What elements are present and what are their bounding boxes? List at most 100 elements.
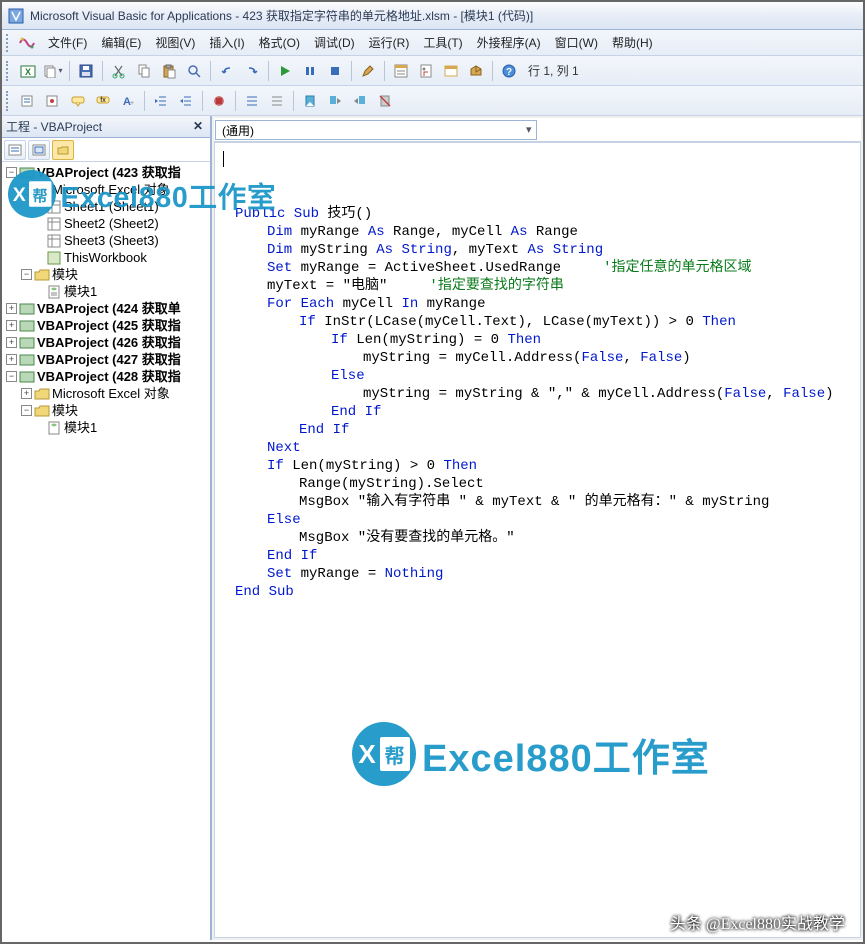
next-bookmark-button[interactable] [323, 89, 347, 113]
breakpoint-button[interactable] [207, 89, 231, 113]
code-pane: (通用) Public Sub 技巧()Dim myRange As Range… [212, 116, 863, 940]
expand-icon[interactable]: − [21, 405, 32, 416]
project-tree[interactable]: −VBAProject (423 获取指 −Microsoft Excel 对象… [2, 162, 210, 940]
menu-addins[interactable]: 外接程序(A) [471, 32, 547, 53]
menu-format[interactable]: 格式(O) [253, 32, 306, 53]
tree-excel-objects-2[interactable]: Microsoft Excel 对象 [52, 385, 170, 402]
project-icon [19, 336, 35, 350]
menu-file[interactable]: 文件(F) [42, 32, 93, 53]
bookmark-button[interactable] [298, 89, 322, 113]
tree-project-427[interactable]: VBAProject (427 获取指 [37, 351, 181, 368]
sheet-icon [46, 217, 62, 231]
undo-button[interactable] [215, 59, 239, 83]
workbook-icon [46, 251, 62, 265]
tree-project-423[interactable]: VBAProject (423 获取指 [37, 164, 181, 181]
project-icon [19, 319, 35, 333]
tree-project-426[interactable]: VBAProject (426 获取指 [37, 334, 181, 351]
copy-button[interactable] [132, 59, 156, 83]
tree-modules[interactable]: 模块 [52, 266, 78, 283]
outdent-button[interactable] [174, 89, 198, 113]
properties-button[interactable] [414, 59, 438, 83]
reset-button[interactable] [323, 59, 347, 83]
menu-debug[interactable]: 调试(D) [308, 32, 361, 53]
tree-thisworkbook[interactable]: ThisWorkbook [64, 249, 147, 266]
tree-module1[interactable]: 模块1 [64, 283, 97, 300]
save-button[interactable] [74, 59, 98, 83]
expand-icon[interactable]: + [6, 337, 17, 348]
expand-icon[interactable]: − [21, 184, 32, 195]
uncomment-block-button[interactable] [265, 89, 289, 113]
design-mode-button[interactable] [356, 59, 380, 83]
expand-icon[interactable]: − [6, 371, 17, 382]
sheet-icon [46, 200, 62, 214]
list-properties-button[interactable] [16, 89, 40, 113]
svg-text:+: + [130, 100, 134, 107]
expand-icon[interactable]: + [21, 388, 32, 399]
list-constants-button[interactable] [41, 89, 65, 113]
project-title-text: 工程 - VBAProject [6, 118, 102, 135]
find-button[interactable] [182, 59, 206, 83]
expand-icon[interactable]: − [21, 269, 32, 280]
view-object-button[interactable] [28, 140, 50, 160]
tree-sheet3[interactable]: Sheet3 (Sheet3) [64, 232, 159, 249]
menu-tools[interactable]: 工具(T) [417, 32, 468, 53]
module-icon [46, 421, 62, 435]
view-code-button[interactable] [4, 140, 26, 160]
cursor-position: 行 1, 列 1 [528, 62, 579, 79]
tree-module1-b[interactable]: 模块1 [64, 419, 97, 436]
toggle-folders-button[interactable] [52, 140, 74, 160]
menu-edit[interactable]: 编辑(E) [95, 32, 147, 53]
code-editor[interactable]: Public Sub 技巧()Dim myRange As Range, myC… [214, 142, 861, 938]
expand-icon[interactable]: − [6, 167, 17, 178]
quick-info-button[interactable] [66, 89, 90, 113]
vba-icon [18, 34, 36, 52]
clear-bookmarks-button[interactable] [373, 89, 397, 113]
main-area: 工程 - VBAProject ✕ −VBAProject (423 获取指 −… [2, 116, 863, 940]
tree-sheet1[interactable]: Sheet1 (Sheet1) [64, 198, 159, 215]
grip-icon [6, 91, 12, 111]
close-pane-button[interactable]: ✕ [190, 119, 206, 135]
svg-text:fx: fx [100, 97, 106, 104]
parameter-info-button[interactable]: fx [91, 89, 115, 113]
menu-window[interactable]: 窗口(W) [549, 32, 604, 53]
tree-modules-2[interactable]: 模块 [52, 402, 78, 419]
help-button[interactable]: ? [497, 59, 521, 83]
expand-icon[interactable]: + [6, 354, 17, 365]
comment-block-button[interactable] [240, 89, 264, 113]
project-explorer: 工程 - VBAProject ✕ −VBAProject (423 获取指 −… [2, 116, 212, 940]
run-button[interactable] [273, 59, 297, 83]
prev-bookmark-button[interactable] [348, 89, 372, 113]
redo-button[interactable] [240, 59, 264, 83]
insert-dropdown-button[interactable]: ▾ [41, 59, 65, 83]
svg-text:?: ? [506, 67, 512, 78]
window-title: Microsoft Visual Basic for Applications … [30, 7, 533, 24]
break-button[interactable] [298, 59, 322, 83]
project-pane-title: 工程 - VBAProject ✕ [2, 116, 210, 138]
paste-button[interactable] [157, 59, 181, 83]
footer-credit: 头条 @Excel880实战教学 [670, 910, 845, 934]
object-dropdown[interactable]: (通用) [215, 120, 537, 140]
toolbox-button[interactable] [464, 59, 488, 83]
menu-help[interactable]: 帮助(H) [606, 32, 659, 53]
object-browser-button[interactable] [439, 59, 463, 83]
complete-word-button[interactable]: A+ [116, 89, 140, 113]
folder-icon [34, 268, 50, 282]
view-excel-button[interactable]: X [16, 59, 40, 83]
module-icon [46, 285, 62, 299]
folder-icon [34, 387, 50, 401]
app-icon [8, 8, 24, 24]
tree-project-425[interactable]: VBAProject (425 获取指 [37, 317, 181, 334]
menu-view[interactable]: 视图(V) [149, 32, 201, 53]
expand-icon[interactable]: + [6, 320, 17, 331]
tree-excel-objects[interactable]: Microsoft Excel 对象 [52, 181, 170, 198]
cut-button[interactable] [107, 59, 131, 83]
tree-project-424[interactable]: VBAProject (424 获取单 [37, 300, 181, 317]
tree-project-428[interactable]: VBAProject (428 获取指 [37, 368, 181, 385]
grip-icon [6, 61, 12, 81]
expand-icon[interactable]: + [6, 303, 17, 314]
menu-run[interactable]: 运行(R) [363, 32, 416, 53]
menu-insert[interactable]: 插入(I) [203, 32, 250, 53]
project-explorer-button[interactable] [389, 59, 413, 83]
indent-button[interactable] [149, 89, 173, 113]
tree-sheet2[interactable]: Sheet2 (Sheet2) [64, 215, 159, 232]
